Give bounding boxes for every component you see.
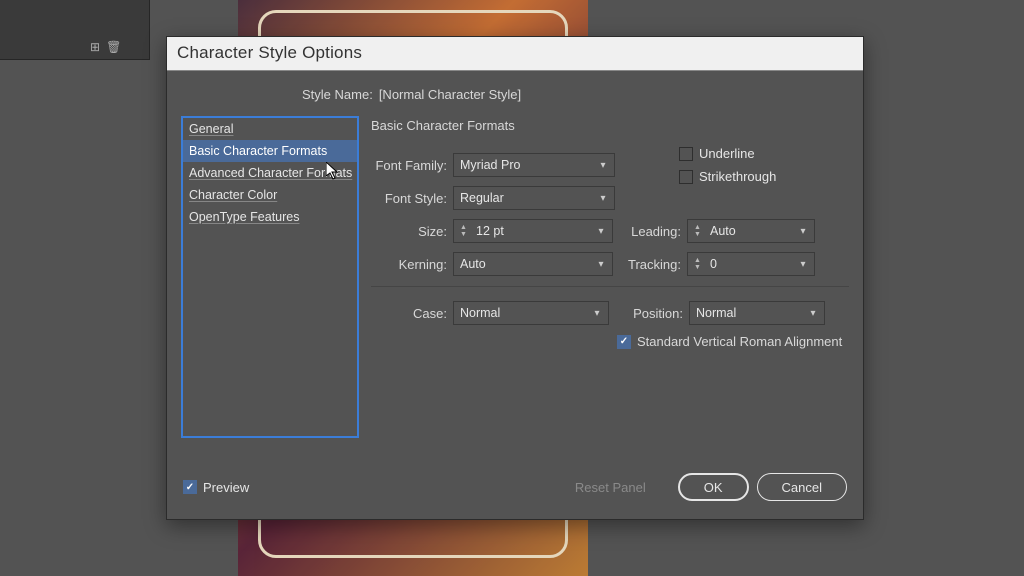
size-value: 12 pt xyxy=(476,224,594,238)
chevron-down-icon: ▾ xyxy=(806,308,820,319)
underline-checkbox[interactable] xyxy=(679,147,693,161)
strikethrough-checkbox[interactable] xyxy=(679,170,693,184)
panel-footer-icons: ⊞ 🗑 xyxy=(90,40,121,54)
tracking-value: 0 xyxy=(710,257,796,271)
kerning-label: Kerning: xyxy=(371,257,447,272)
position-combo[interactable]: Normal ▾ xyxy=(689,301,825,325)
case-label: Case: xyxy=(371,306,447,321)
dialog-title: Character Style Options xyxy=(177,43,362,62)
reset-panel-button: Reset Panel xyxy=(551,473,670,501)
ok-button[interactable]: OK xyxy=(678,473,749,501)
tracking-combo[interactable]: ▲▼ 0 ▾ xyxy=(687,252,815,276)
leading-combo[interactable]: ▲▼ Auto ▾ xyxy=(687,219,815,243)
size-stepper[interactable]: ▲▼ xyxy=(460,224,474,238)
font-family-value: Myriad Pro xyxy=(460,158,596,172)
category-basic-character-formats[interactable]: Basic Character Formats xyxy=(183,140,357,162)
chevron-down-icon: ▾ xyxy=(796,226,810,237)
font-style-combo[interactable]: Regular ▾ xyxy=(453,186,615,210)
svra-checkbox[interactable] xyxy=(617,335,631,349)
cancel-button[interactable]: Cancel xyxy=(757,473,847,501)
category-character-color[interactable]: Character Color xyxy=(183,184,357,206)
category-advanced-character-formats[interactable]: Advanced Character Formats xyxy=(183,162,357,184)
size-combo[interactable]: ▲▼ 12 pt ▾ xyxy=(453,219,613,243)
font-style-label: Font Style: xyxy=(371,191,447,206)
position-label: Position: xyxy=(629,306,683,321)
dialog-titlebar: Character Style Options xyxy=(167,37,863,71)
category-list[interactable]: General Basic Character Formats Advanced… xyxy=(181,116,359,438)
case-combo[interactable]: Normal ▾ xyxy=(453,301,609,325)
background-panel xyxy=(0,0,150,60)
font-family-combo[interactable]: Myriad Pro ▾ xyxy=(453,153,615,177)
tracking-stepper[interactable]: ▲▼ xyxy=(694,257,708,271)
font-style-value: Regular xyxy=(460,191,596,205)
leading-label: Leading: xyxy=(627,224,681,239)
kerning-combo[interactable]: Auto ▾ xyxy=(453,252,613,276)
preview-label: Preview xyxy=(203,480,249,495)
trash-icon[interactable]: 🗑 xyxy=(106,40,121,54)
strikethrough-label: Strikethrough xyxy=(699,169,776,184)
category-opentype-features[interactable]: OpenType Features xyxy=(183,206,357,228)
font-family-label: Font Family: xyxy=(371,158,447,173)
category-general[interactable]: General xyxy=(183,118,357,140)
style-name-row: Style Name: [Normal Character Style] xyxy=(302,71,863,116)
case-value: Normal xyxy=(460,306,590,320)
text-decoration-checks: Underline Strikethrough xyxy=(679,146,776,192)
leading-value: Auto xyxy=(710,224,796,238)
section-title: Basic Character Formats xyxy=(371,118,849,133)
panel-tab xyxy=(0,0,149,12)
chevron-down-icon: ▾ xyxy=(596,193,610,204)
tracking-label: Tracking: xyxy=(627,257,681,272)
character-style-options-dialog: Character Style Options Style Name: [Nor… xyxy=(166,36,864,520)
form-panel: Basic Character Formats Underline Strike… xyxy=(371,116,849,446)
dialog-footer: Preview Reset Panel OK Cancel xyxy=(167,459,863,519)
leading-stepper[interactable]: ▲▼ xyxy=(694,224,708,238)
underline-label: Underline xyxy=(699,146,755,161)
chevron-down-icon: ▾ xyxy=(596,160,610,171)
svra-label: Standard Vertical Roman Alignment xyxy=(637,334,842,349)
chevron-down-icon: ▾ xyxy=(796,259,810,270)
style-name-value: [Normal Character Style] xyxy=(379,87,521,102)
kerning-value: Auto xyxy=(460,257,594,271)
new-icon[interactable]: ⊞ xyxy=(90,40,100,54)
chevron-down-icon: ▾ xyxy=(594,226,608,237)
divider xyxy=(371,286,849,287)
style-name-label: Style Name: xyxy=(302,87,373,102)
size-label: Size: xyxy=(371,224,447,239)
position-value: Normal xyxy=(696,306,806,320)
preview-checkbox[interactable] xyxy=(183,480,197,494)
chevron-down-icon: ▾ xyxy=(594,259,608,270)
chevron-down-icon: ▾ xyxy=(590,308,604,319)
